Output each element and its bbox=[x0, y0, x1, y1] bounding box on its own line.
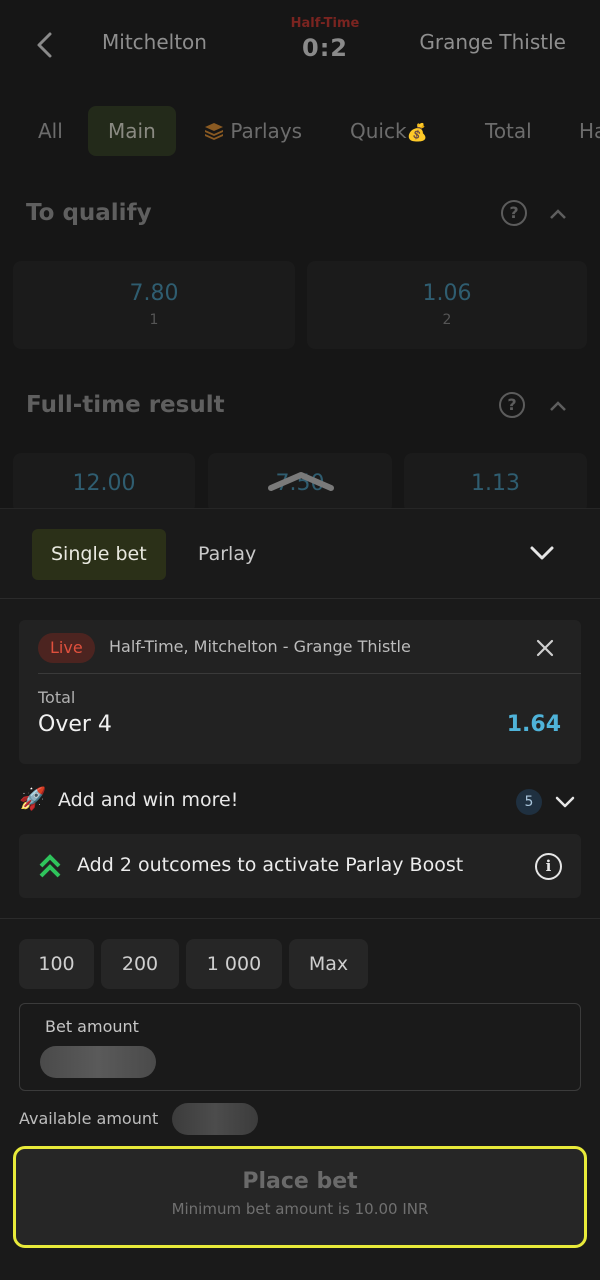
quick-amount-button[interactable]: 1 000 bbox=[186, 939, 282, 989]
tab-handicap[interactable]: Ha bbox=[559, 106, 600, 156]
match-period: Half-Time bbox=[290, 16, 360, 31]
drag-handle[interactable] bbox=[267, 470, 335, 492]
add-and-win-more-row[interactable]: 🚀 Add and win more! 5 bbox=[19, 781, 581, 821]
chevron-down-icon[interactable] bbox=[555, 795, 575, 809]
parlay-tab[interactable]: Parlay bbox=[198, 529, 256, 580]
quick-amount-button[interactable]: 200 bbox=[101, 939, 179, 989]
parlay-boost-text: Add 2 outcomes to activate Parlay Boost bbox=[77, 854, 464, 876]
event-name: Half-Time, Mitchelton - Grange Thistle bbox=[109, 637, 411, 656]
chevron-up-icon[interactable] bbox=[549, 205, 567, 223]
divider bbox=[38, 673, 581, 674]
section-title-full-time: Full-time result bbox=[26, 392, 225, 418]
stack-icon bbox=[205, 123, 223, 140]
tab-quick[interactable]: Quick💰 bbox=[330, 106, 448, 156]
odd-button[interactable]: 7.80 1 bbox=[13, 261, 295, 349]
place-bet-label: Place bet bbox=[242, 1169, 358, 1194]
selection-card: Live Half-Time, Mitchelton - Grange This… bbox=[19, 620, 581, 764]
bet-amount-input[interactable]: Bet amount bbox=[19, 1003, 581, 1091]
tab-main[interactable]: Main bbox=[88, 106, 176, 156]
available-amount-label: Available amount bbox=[19, 1109, 159, 1128]
boost-arrows-icon bbox=[39, 854, 61, 878]
odd-button[interactable]: 1.06 2 bbox=[307, 261, 587, 349]
live-badge: Live bbox=[38, 633, 95, 663]
bet-amount-label: Bet amount bbox=[45, 1017, 139, 1036]
tab-parlays[interactable]: Parlays bbox=[184, 106, 322, 156]
market-name: Total bbox=[38, 688, 76, 707]
help-icon[interactable]: ? bbox=[501, 200, 527, 226]
max-amount-button[interactable]: Max bbox=[289, 939, 368, 989]
market-tabs: All Main Parlays Quick💰 Total Ha bbox=[0, 96, 600, 166]
selection-odd: 1.64 bbox=[506, 712, 561, 737]
add-and-win-label: Add and win more! bbox=[58, 789, 239, 811]
odd-button[interactable]: 12.00 bbox=[13, 453, 195, 513]
help-icon[interactable]: ? bbox=[499, 392, 525, 418]
bet-type-switcher: Single bet Parlay bbox=[0, 509, 600, 599]
chevron-up-icon[interactable] bbox=[549, 397, 567, 415]
odd-button[interactable]: 1.13 bbox=[404, 453, 587, 513]
redacted-amount bbox=[40, 1046, 156, 1078]
place-bet-button[interactable]: Place bet Minimum bet amount is 10.00 IN… bbox=[13, 1146, 587, 1248]
close-icon[interactable] bbox=[535, 638, 555, 658]
bet-slip-sheet: Single bet Parlay Live Half-Time, Mitche… bbox=[0, 508, 600, 1280]
match-header: Mitchelton Half-Time 0:2 Grange Thistle bbox=[0, 0, 600, 88]
tab-all[interactable]: All bbox=[18, 106, 83, 156]
tab-total[interactable]: Total bbox=[465, 106, 552, 156]
redacted-balance bbox=[172, 1103, 258, 1135]
count-badge: 5 bbox=[516, 789, 542, 815]
info-icon[interactable]: i bbox=[535, 853, 562, 880]
parlay-boost-banner: Add 2 outcomes to activate Parlay Boost … bbox=[19, 834, 581, 898]
chevron-down-icon[interactable] bbox=[528, 543, 556, 563]
rocket-icon: 🚀 bbox=[19, 787, 47, 812]
section-title-to-qualify: To qualify bbox=[26, 200, 152, 226]
single-bet-tab[interactable]: Single bet bbox=[32, 529, 166, 580]
away-team-name: Grange Thistle bbox=[419, 30, 566, 54]
money-bag-icon: 💰 bbox=[406, 123, 428, 143]
quick-amount-button[interactable]: 100 bbox=[19, 939, 94, 989]
divider bbox=[0, 918, 600, 919]
minimum-bet-note: Minimum bet amount is 10.00 INR bbox=[171, 1200, 429, 1218]
selection-name: Over 4 bbox=[38, 712, 112, 737]
